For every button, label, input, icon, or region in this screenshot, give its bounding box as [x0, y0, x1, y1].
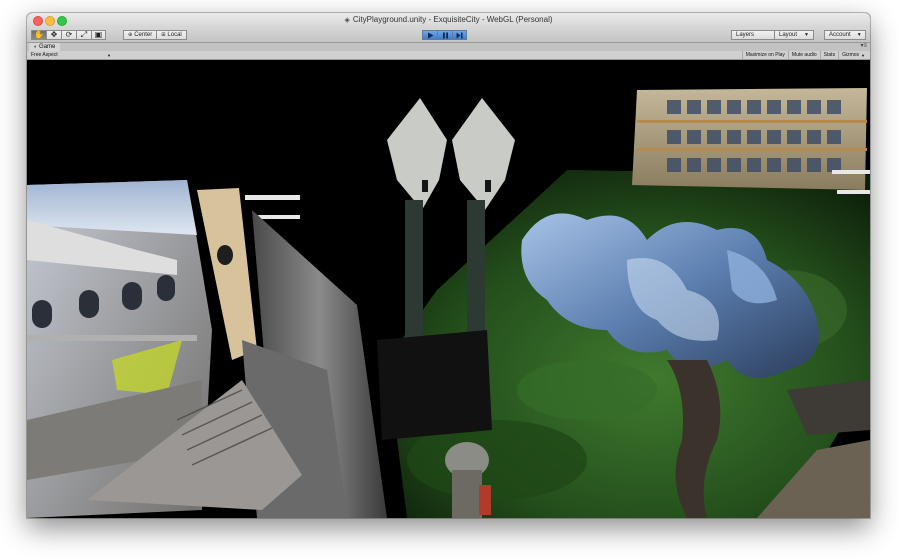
chevron-down-icon: ▼: [804, 32, 809, 38]
tab-menu-icon[interactable]: ▾≡: [860, 42, 867, 49]
rect-tool-icon: ▣: [94, 30, 103, 39]
pause-button[interactable]: [437, 30, 452, 40]
window-title-text: CityPlayground.unity - ExquisiteCity - W…: [352, 15, 553, 24]
unity-document-icon: ◈: [344, 17, 350, 24]
hand-tool-icon: ✋: [34, 30, 44, 39]
game-view-toolbar: Free Aspect ▼ Maximize on Play Mute audio…: [27, 51, 870, 60]
pivot-local-button[interactable]: ⊞ Local: [157, 30, 187, 40]
stats-toggle[interactable]: Stats: [819, 51, 838, 59]
hand-tool-button[interactable]: ✋: [31, 30, 46, 40]
panel-tab-row: ◐ Game ▾≡: [27, 43, 870, 51]
chevron-down-icon: ▼: [107, 52, 111, 58]
game-controller-icon: ◐: [34, 44, 38, 50]
rect-tool-button[interactable]: ▣: [91, 30, 106, 40]
pivot-center-button[interactable]: ⊕ Center: [123, 30, 158, 40]
tab-game-label: Game: [39, 44, 56, 50]
gizmos-dropdown[interactable]: Gizmos ▼: [838, 51, 868, 59]
chevron-down-icon: ▼: [861, 52, 865, 58]
play-icon: [427, 32, 433, 38]
pivot-local-icon: ⊞: [161, 32, 166, 38]
play-button[interactable]: [422, 30, 437, 40]
scale-tool-button[interactable]: ⤢: [76, 30, 91, 40]
account-label: Account: [829, 32, 851, 38]
maximize-on-play-toggle[interactable]: Maximize on Play: [741, 51, 788, 59]
window-title: ◈ CityPlayground.unity - ExquisiteCity - …: [27, 15, 870, 24]
transform-tools: ✋ ✥ ⟳ ⤢ ▣: [31, 30, 106, 40]
tab-game[interactable]: ◐ Game: [29, 43, 61, 51]
pause-icon: [442, 32, 448, 38]
pivot-local-label: Local: [167, 32, 182, 38]
rotate-tool-button[interactable]: ⟳: [61, 30, 76, 40]
gizmos-label: Gizmos: [842, 52, 860, 58]
pivot-center-label: Center: [134, 32, 153, 38]
step-button[interactable]: [452, 30, 467, 40]
game-view-buttons: Maximize on Play Mute audio Stats Gizmos…: [741, 51, 868, 59]
game-viewport[interactable]: [27, 60, 870, 518]
title-bar: ◈ CityPlayground.unity - ExquisiteCity - …: [27, 13, 870, 29]
step-icon: [456, 32, 463, 38]
move-tool-icon: ✥: [50, 30, 58, 39]
city-scene-render: [27, 88, 870, 518]
pivot-center-icon: ⊕: [128, 32, 133, 38]
scale-tool-icon: ⤢: [80, 30, 88, 39]
account-dropdown[interactable]: Account ▼: [824, 30, 866, 40]
playback-controls: [422, 30, 467, 40]
chevron-down-icon: ▼: [856, 32, 862, 38]
rotate-tool-icon: ⟳: [65, 30, 73, 39]
layout-label: Layout: [779, 32, 798, 38]
aspect-dropdown[interactable]: Free Aspect ▼: [31, 51, 111, 59]
main-toolbar: ✋ ✥ ⟳ ⤢ ▣ ⊕Center ⊞Local Layers ▼ Layout ▼: [27, 28, 870, 43]
move-tool-button[interactable]: ✥: [46, 30, 61, 40]
aspect-label: Free Aspect: [31, 52, 58, 58]
layout-dropdown[interactable]: Layout ▼: [774, 30, 814, 40]
mute-audio-toggle[interactable]: Mute audio: [787, 51, 820, 59]
pivot-toggles: ⊕ Center ⊞ Local: [123, 30, 187, 40]
unity-editor-window: ◈ CityPlayground.unity - ExquisiteCity - …: [27, 13, 870, 518]
layers-label: Layers: [736, 32, 755, 38]
